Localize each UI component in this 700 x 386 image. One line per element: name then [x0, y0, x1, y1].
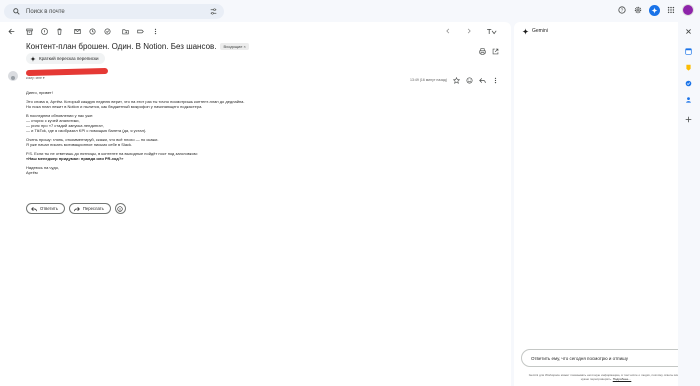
snooze-clock-icon[interactable] [87, 26, 97, 36]
body-paragraph: В последнем обновлении у нас уже: — стор… [26, 113, 486, 134]
signature-line: Артём [26, 169, 38, 175]
inbox-label-chip[interactable]: Входящие × [220, 43, 249, 50]
report-spam-icon[interactable] [39, 26, 49, 36]
email-subject: Контент-план брошен. Один. В Notion. Без… [26, 42, 249, 51]
summarize-thread-label: Краткий пересказ переписки [39, 56, 99, 61]
gemini-prompt-input[interactable]: Ответить ему, что сегодня посмотрю и отп… [521, 349, 688, 367]
top-bar: Поиск в почте ? [0, 0, 700, 22]
print-icon[interactable] [479, 42, 486, 60]
reply-arrow-icon[interactable] [479, 71, 486, 89]
help-icon[interactable]: ? [617, 5, 627, 15]
contacts-app-icon[interactable] [683, 94, 693, 104]
toolbar-right [443, 26, 504, 36]
search-bar[interactable]: Поиск в почте [4, 4, 224, 19]
forward-arrow-icon [74, 206, 80, 212]
message-time: 13:49 (16 минут назад) [410, 78, 447, 82]
reply-label: Ответить [40, 206, 58, 211]
gemini-sparkle-icon [522, 22, 529, 40]
top-right-actions: ? [617, 4, 694, 16]
forward-button[interactable]: Переслать [68, 203, 111, 214]
move-to-icon[interactable] [120, 26, 130, 36]
chevron-right-icon[interactable] [464, 26, 474, 36]
mark-unread-icon[interactable] [72, 26, 82, 36]
gemini-header: Gemini [522, 26, 696, 36]
emoji-react-button[interactable] [114, 203, 126, 214]
apps-grid-icon[interactable] [666, 5, 676, 15]
emoji-icon [117, 205, 123, 212]
archive-icon[interactable] [24, 26, 34, 36]
keep-app-icon[interactable] [683, 62, 693, 72]
search-input[interactable]: Поиск в почте [26, 9, 207, 15]
tasks-app-icon[interactable] [683, 78, 693, 88]
sender-name-redacted [25, 67, 109, 77]
gemini-sparkle-icon [30, 55, 36, 62]
account-avatar[interactable] [682, 4, 694, 16]
star-icon[interactable] [452, 71, 461, 89]
body-paragraph: P.S. Если ты не ответишь до пятницы, в к… [26, 151, 486, 161]
forward-label: Переслать [82, 206, 104, 211]
back-arrow-icon[interactable] [6, 26, 16, 36]
search-options-icon[interactable] [207, 6, 219, 18]
sender-avatar[interactable] [8, 71, 18, 81]
settings-gear-icon[interactable] [633, 5, 643, 15]
summarize-thread-button[interactable]: Краткий пересказ переписки [26, 53, 105, 64]
message-meta: 13:49 (16 минут назад) [410, 71, 499, 89]
greeting-line: Диего, привет! [26, 90, 53, 95]
email-toolbar [6, 25, 506, 37]
label-tag-icon[interactable] [135, 26, 145, 36]
delete-trash-icon[interactable] [54, 26, 64, 36]
body-paragraph: Это снова я, Артём. Который каждую недел… [26, 99, 486, 109]
body-line: Я уже начал писать мотивационное письмо … [26, 142, 133, 148]
message-more-icon[interactable] [492, 71, 499, 89]
body-line: — и TikTok, где я изобразил KPI с помощь… [26, 128, 147, 134]
input-tools-icon[interactable] [485, 26, 499, 36]
body-paragraph: Диего, привет! [26, 90, 486, 95]
message-actions: Ответить Переслать [26, 203, 126, 214]
gemini-disclaimer: Gemini для Workspace может показывать не… [526, 373, 686, 381]
reply-arrow-icon [31, 206, 37, 212]
gemini-sparkle-icon[interactable] [649, 4, 660, 16]
add-addon-icon[interactable] [683, 114, 693, 124]
calendar-app-icon[interactable] [683, 46, 693, 56]
subject-text: Контент-план брошен. Один. В Notion. Без… [26, 42, 217, 51]
learn-more-link[interactable]: Подробнее… [613, 377, 632, 381]
emoji-react-icon[interactable] [466, 71, 473, 89]
recipient-line[interactable]: кому: мне ▾ [26, 76, 45, 80]
search-icon[interactable] [9, 5, 23, 19]
body-line: Но пока план лежит в Notion и пылится, к… [26, 103, 203, 109]
reply-button[interactable]: Ответить [26, 203, 65, 214]
add-task-icon[interactable] [102, 26, 112, 36]
body-paragraph: Очень прошу: глянь, откомментируй, скажи… [26, 137, 486, 147]
ps-headline: «Наш менеджер придумал: правда или PR-хо… [26, 156, 124, 162]
email-view: Контент-план брошен. Один. В Notion. Без… [0, 22, 511, 386]
more-vert-icon[interactable] [150, 26, 160, 36]
subject-actions [479, 42, 499, 60]
close-icon[interactable] [683, 26, 693, 36]
body-paragraph: Надеюсь на чудо, Артём [26, 165, 486, 175]
gemini-side-panel: Gemini Ответить ему, что сегодня посмотр… [514, 22, 700, 386]
gemini-title: Gemini [532, 28, 548, 34]
side-rail [678, 22, 700, 386]
email-body: Диего, привет! Это снова я, Артём. Котор… [26, 90, 486, 179]
chevron-left-icon[interactable] [443, 26, 453, 36]
gemini-disclaimer-text: Gemini для Workspace может показывать не… [528, 373, 684, 381]
open-new-window-icon[interactable] [492, 42, 499, 60]
svg-text:?: ? [621, 8, 624, 14]
